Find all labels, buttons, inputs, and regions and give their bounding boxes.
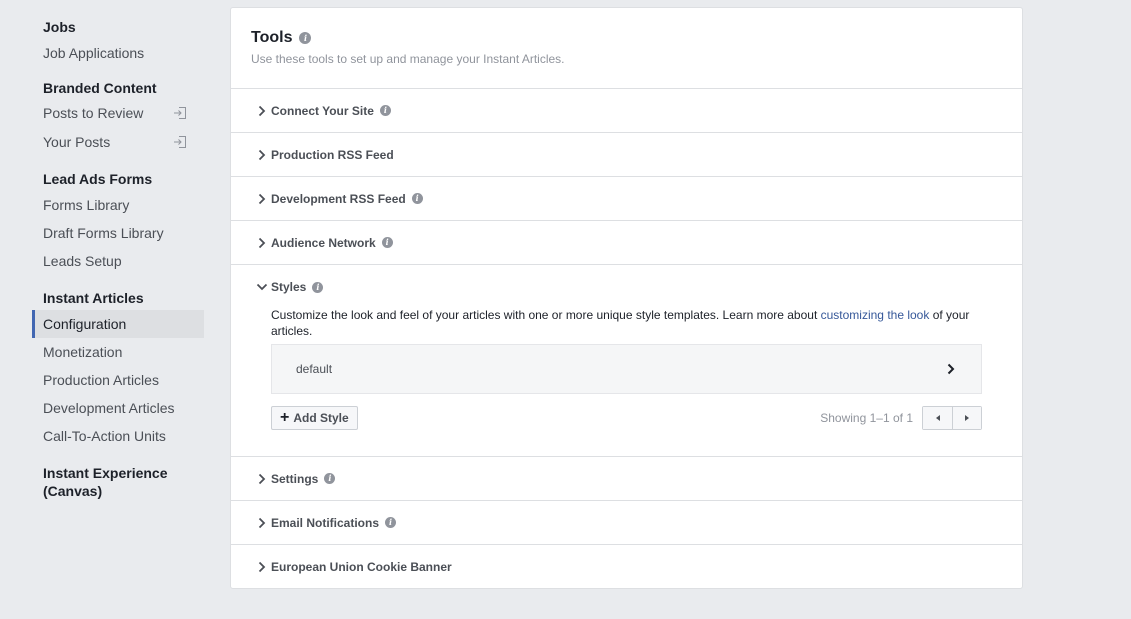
add-style-label: Add Style	[293, 411, 349, 425]
previous-page-button[interactable]	[923, 407, 952, 429]
styles-header[interactable]: Styles i	[255, 265, 982, 309]
row-audience-network[interactable]: Audience Network i	[231, 221, 1022, 265]
sidebar-item-production-articles[interactable]: Production Articles	[32, 366, 204, 394]
section-title-jobs: Jobs	[43, 19, 76, 35]
styles-footer: + Add Style Showing 1–1 of 1	[271, 406, 982, 430]
sidebar-item-monetization[interactable]: Monetization	[32, 338, 204, 366]
add-style-button[interactable]: + Add Style	[271, 406, 358, 430]
styles-desc-text: Customize the look and feel of your arti…	[271, 308, 821, 322]
pagination	[922, 406, 982, 430]
tools-title: Tools	[251, 29, 293, 46]
sidebar-item-forms-library[interactable]: Forms Library	[32, 191, 204, 219]
info-icon[interactable]: i	[299, 32, 312, 44]
row-settings[interactable]: Settings i	[231, 457, 1022, 501]
sidebar-item-job-applications[interactable]: Job Applications	[32, 39, 204, 67]
chevron-right-icon	[258, 473, 266, 484]
info-icon[interactable]: i	[379, 105, 391, 116]
row-label: Connect Your Site	[271, 103, 374, 118]
sidebar-item-label: Your Posts	[43, 134, 111, 150]
chevron-right-icon	[258, 105, 266, 116]
info-icon[interactable]: i	[381, 237, 393, 248]
styles-label: Styles	[271, 280, 307, 294]
page-title: Tools i	[251, 28, 1022, 48]
section-title-instant-experience-line2[interactable]: (Canvas)	[32, 482, 204, 500]
info-icon[interactable]: i	[411, 193, 423, 204]
sidebar-item-call-to-action-units[interactable]: Call-To-Action Units	[32, 422, 204, 450]
tools-card: Tools i Use these tools to set up and ma…	[230, 7, 1023, 589]
sidebar-item-draft-forms-library[interactable]: Draft Forms Library	[32, 219, 204, 247]
style-item-label: default	[296, 362, 333, 376]
plus-icon: +	[280, 409, 290, 426]
styles-section: Styles i Customize the look and feel of …	[231, 265, 1022, 457]
row-label: Production RSS Feed	[271, 147, 394, 162]
sidebar-item-leads-setup[interactable]: Leads Setup	[32, 247, 204, 275]
caret-right-icon	[965, 415, 969, 421]
section-title-instant-experience[interactable]: Instant Experience	[32, 464, 204, 482]
sidebar-item-posts-to-review[interactable]: Posts to Review	[32, 99, 204, 127]
row-label: European Union Cookie Banner	[271, 560, 452, 574]
sidebar: Jobs Job Applications Branded Content Po…	[32, 18, 204, 500]
row-label: Audience Network	[271, 235, 376, 250]
caret-left-icon	[935, 415, 940, 421]
row-eu-cookie-banner[interactable]: European Union Cookie Banner	[231, 545, 1022, 589]
chevron-right-icon	[258, 149, 266, 160]
chevron-right-icon	[258, 561, 266, 573]
external-link-icon	[174, 107, 186, 119]
external-link-icon	[174, 136, 186, 148]
section-title-branded-content: Branded Content	[43, 80, 157, 96]
customizing-the-look-link[interactable]: customizing the look	[821, 308, 930, 322]
chevron-right-icon	[947, 363, 955, 375]
info-icon[interactable]: i	[385, 517, 397, 528]
pagination-status: Showing 1–1 of 1	[820, 411, 913, 425]
info-icon[interactable]: i	[324, 473, 336, 484]
row-development-rss-feed[interactable]: Development RSS Feed i	[231, 177, 1022, 221]
next-page-button[interactable]	[952, 407, 981, 429]
row-production-rss-feed[interactable]: Production RSS Feed	[231, 133, 1022, 177]
row-connect-your-site[interactable]: Connect Your Site i	[231, 89, 1022, 133]
chevron-right-icon	[258, 517, 266, 528]
row-email-notifications[interactable]: Email Notifications i	[231, 501, 1022, 545]
row-label: Email Notifications	[271, 515, 380, 530]
chevron-down-icon	[256, 283, 268, 291]
style-item-default[interactable]: default	[271, 344, 982, 394]
info-icon[interactable]: i	[312, 281, 324, 293]
sidebar-item-development-articles[interactable]: Development Articles	[32, 394, 204, 422]
sidebar-item-configuration[interactable]: Configuration	[32, 310, 204, 338]
chevron-right-icon	[258, 237, 266, 248]
sidebar-item-label: Posts to Review	[43, 105, 144, 121]
chevron-right-icon	[258, 193, 266, 204]
styles-description: Customize the look and feel of your arti…	[255, 307, 982, 339]
row-label: Settings	[271, 471, 319, 486]
row-label: Development RSS Feed	[271, 191, 406, 206]
section-title-lead-ads-forms: Lead Ads Forms	[43, 171, 153, 187]
tools-header: Tools i Use these tools to set up and ma…	[231, 8, 1022, 89]
sidebar-item-your-posts[interactable]: Your Posts	[32, 128, 204, 156]
section-title-instant-articles: Instant Articles	[43, 290, 144, 306]
tools-subtitle: Use these tools to set up and manage you…	[251, 52, 565, 66]
